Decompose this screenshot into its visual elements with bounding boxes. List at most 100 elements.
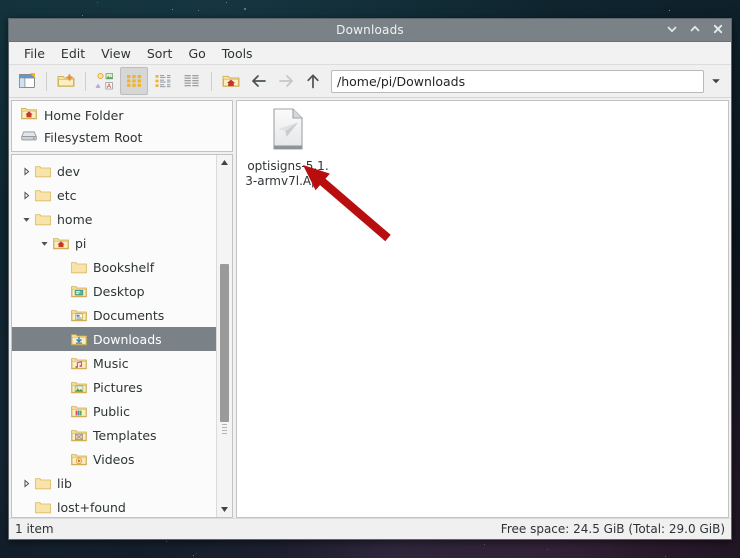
tree-item-label: dev [57,163,81,179]
new-folder-button[interactable] [52,67,80,95]
chevron-right-icon [24,190,29,200]
chevron-down-icon [22,217,30,222]
folder-public-icon [70,404,88,419]
tree-item-label: Public [93,403,130,419]
tree-item-downloads[interactable]: Downloads [12,327,216,351]
svg-text:A: A [107,82,112,90]
title-bar: Downloads [9,19,731,42]
tree-item-videos[interactable]: Videos [12,447,216,471]
tree-item-public[interactable]: Public [12,399,216,423]
tree-scrollbar[interactable] [216,155,232,517]
scroll-down-button[interactable] [217,502,232,517]
path-entry[interactable]: /home/pi/Downloads [331,69,704,93]
folder-desktop-icon [70,284,88,299]
minimize-button[interactable] [666,23,678,37]
new-window-button[interactable] [13,67,41,95]
home-icon [222,75,240,87]
tree-item-label: home [57,211,93,227]
up-button[interactable] [300,68,326,94]
tree-item-lost-found[interactable]: lost+found [12,495,216,517]
file-name-label: optisigns-5.1.3-armv7l.Ap… [245,159,331,188]
tree-item-dev[interactable]: dev [12,159,216,183]
maximize-button[interactable] [689,23,701,37]
back-button[interactable] [246,68,272,94]
menu-item-view[interactable]: View [93,44,139,63]
chevron-down-icon [40,241,48,246]
path-dropdown-button[interactable] [705,68,727,94]
tree-item-templates[interactable]: Templates [12,423,216,447]
forward-button [273,68,299,94]
tree-item-label: etc [57,187,77,203]
sidebar-item-label: Home Folder [44,107,124,123]
scroll-up-icon [221,160,228,165]
menu-item-tools[interactable]: Tools [214,44,261,63]
tree-twisty[interactable] [18,190,34,200]
toolbar: A /home/pi/Downloads [9,65,731,98]
tree-item-desktop[interactable]: Desktop [12,279,216,303]
scrollbar-track[interactable] [217,170,232,502]
detailed-list-view-button[interactable] [149,67,177,95]
tree-item-pi[interactable]: pi [12,231,216,255]
close-button[interactable] [712,23,724,37]
menu-item-go[interactable]: Go [180,44,213,63]
toolbar-separator [211,71,212,91]
tree-twisty[interactable] [36,239,52,248]
tree-item-home[interactable]: home [12,207,216,231]
directory-tree-list: dev etc home pi Bookshelf Desktop Documents Dow… [12,155,216,517]
tree-item-label: Desktop [93,283,145,299]
forward-arrow-icon [279,75,293,87]
tree-item-label: Pictures [93,379,143,395]
folder-icon [34,164,52,179]
status-free-space: Free space: 24.5 GiB (Total: 29.0 GiB) [500,522,725,536]
tree-twisty[interactable] [18,215,34,224]
home-folder-icon [52,236,70,251]
folder-downloads-icon [70,332,88,347]
folder-icon [34,500,52,515]
tree-item-label: Downloads [93,331,162,347]
file-list-pane[interactable]: optisigns-5.1.3-armv7l.Ap… [236,100,729,518]
icon-view-button[interactable] [120,67,148,95]
folder-videos-icon [70,452,88,467]
sidebar-item-home-folder[interactable]: Home Folder [12,104,232,126]
home-button[interactable] [217,67,245,95]
toolbar-separator [85,71,86,91]
window-body: Home Folder Filesystem Root dev etc home pi [9,98,731,518]
menu-item-edit[interactable]: Edit [53,44,93,63]
folder-templates-icon [70,428,88,443]
tree-item-label: Music [93,355,129,371]
window-controls [666,23,731,37]
scroll-up-button[interactable] [217,155,232,170]
menu-bar: File Edit View Sort Go Tools [9,42,731,65]
new-window-icon [19,73,35,88]
compact-list-view-icon [184,75,199,87]
tree-twisty[interactable] [18,166,34,176]
tree-item-label: lib [57,475,72,491]
tree-item-etc[interactable]: etc [12,183,216,207]
menu-item-file[interactable]: File [16,44,53,63]
sidebar-item-filesystem-root[interactable]: Filesystem Root [12,126,232,148]
icon-view-icon [127,75,141,87]
toolbar-separator [46,71,47,91]
new-folder-icon [57,74,75,87]
compact-list-view-button[interactable] [178,67,206,95]
tree-item-label: Documents [93,307,165,323]
drive-icon [21,128,37,146]
tree-item-music[interactable]: Music [12,351,216,375]
folder-pictures-icon [70,380,88,395]
file-item[interactable]: optisigns-5.1.3-armv7l.Ap… [245,107,331,188]
tree-item-documents[interactable]: Documents [12,303,216,327]
path-text: /home/pi/Downloads [337,73,466,89]
tree-item-label: Videos [93,451,135,467]
thumbnail-view-icon: A [95,72,113,90]
tree-item-label: Templates [93,427,157,443]
tree-item-bookshelf[interactable]: Bookshelf [12,255,216,279]
thumbnail-view-button[interactable]: A [91,67,119,95]
menu-item-sort[interactable]: Sort [139,44,181,63]
tree-twisty[interactable] [18,478,34,488]
status-bar: 1 item Free space: 24.5 GiB (Total: 29.0… [9,518,731,539]
tree-item-pictures[interactable]: Pictures [12,375,216,399]
up-arrow-icon [307,74,319,89]
scrollbar-thumb[interactable] [220,264,229,422]
tree-item-lib[interactable]: lib [12,471,216,495]
folder-icon [34,212,52,227]
